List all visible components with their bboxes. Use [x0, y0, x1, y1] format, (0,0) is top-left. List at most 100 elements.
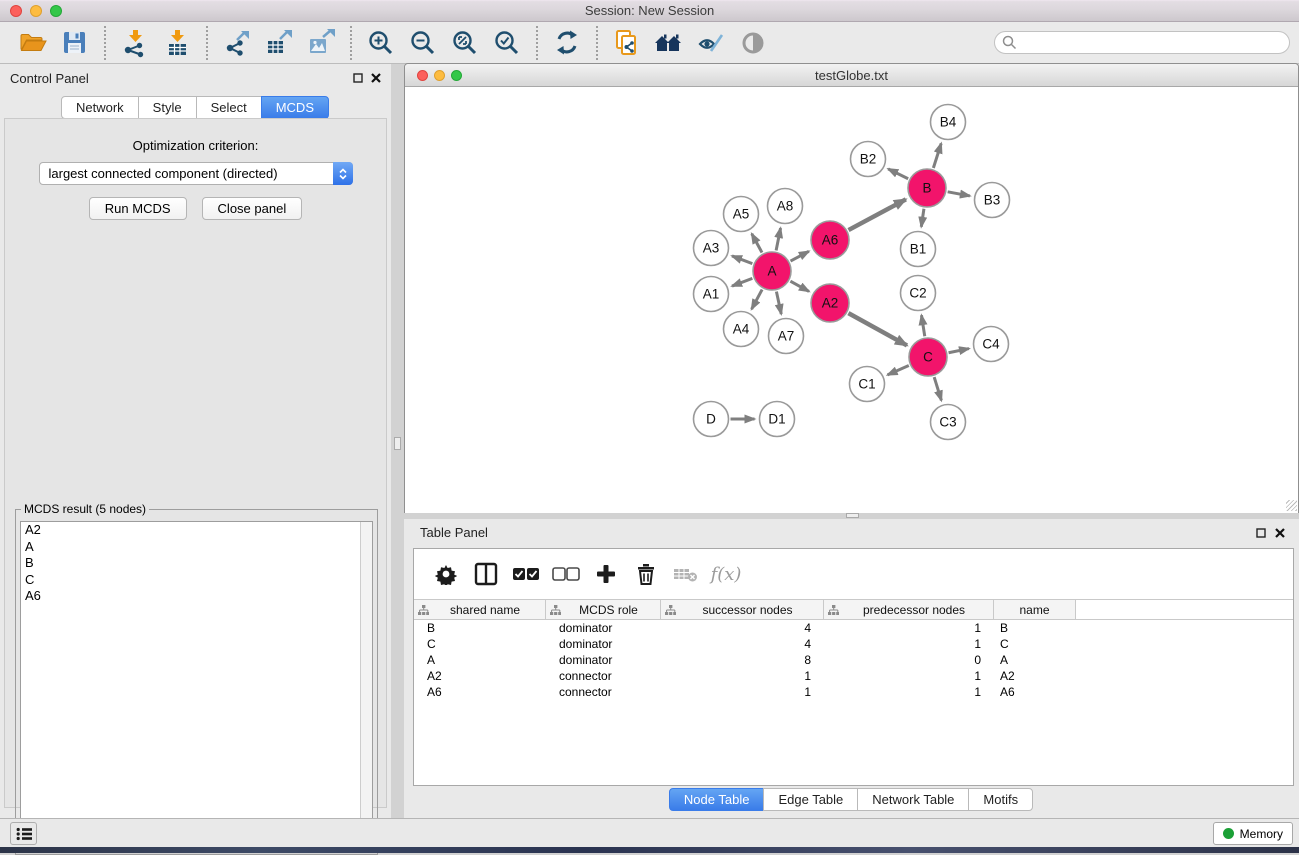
create-column-icon[interactable]: [590, 558, 622, 590]
node-B[interactable]: B: [908, 169, 946, 207]
task-history-button[interactable]: [10, 822, 37, 845]
edge-A-A4[interactable]: [752, 290, 762, 310]
edge-C-C2[interactable]: [921, 315, 924, 336]
node-A8[interactable]: A8: [768, 189, 803, 224]
table-row[interactable]: A2connector11A2: [414, 668, 1293, 684]
node-A3[interactable]: A3: [694, 231, 729, 266]
node-B3[interactable]: B3: [975, 183, 1010, 218]
control-tab-network[interactable]: Network: [61, 96, 139, 119]
zoom-out-icon[interactable]: [405, 25, 441, 61]
run-mcds-button[interactable]: Run MCDS: [89, 197, 187, 220]
criterion-dropdown[interactable]: largest connected component (directed): [39, 162, 353, 185]
zoom-fit-icon[interactable]: [447, 25, 483, 61]
edge-A-A5[interactable]: [752, 234, 762, 253]
node-B1[interactable]: B1: [901, 232, 936, 267]
mcds-result-item[interactable]: C: [21, 572, 372, 589]
tab-edge-table[interactable]: Edge Table: [763, 788, 858, 811]
horizontal-splitter-handle[interactable]: [846, 513, 859, 518]
edge-B-B3[interactable]: [948, 192, 970, 196]
node-D1[interactable]: D1: [760, 402, 795, 437]
table-row[interactable]: Bdominator41B: [414, 620, 1293, 636]
float-panel-icon[interactable]: [353, 73, 363, 83]
node-C3[interactable]: C3: [931, 405, 966, 440]
control-tab-select[interactable]: Select: [196, 96, 262, 119]
node-A4[interactable]: A4: [724, 312, 759, 347]
edge-B-B2[interactable]: [888, 169, 908, 179]
node-A5[interactable]: A5: [724, 197, 759, 232]
search-box[interactable]: [994, 31, 1290, 54]
edge-A2-C[interactable]: [848, 313, 907, 345]
export-table-icon[interactable]: [261, 25, 297, 61]
delete-columns-icon[interactable]: [630, 558, 662, 590]
export-image-icon[interactable]: [303, 25, 339, 61]
save-session-icon[interactable]: [57, 25, 93, 61]
column-header-predecessor-nodes[interactable]: predecessor nodes: [824, 600, 994, 619]
select-all-columns-icon[interactable]: [510, 558, 542, 590]
edge-C-C3[interactable]: [934, 377, 941, 400]
node-D[interactable]: D: [694, 402, 729, 437]
close-table-panel-icon[interactable]: [1275, 528, 1285, 538]
mcds-result-item[interactable]: A2: [21, 522, 372, 539]
node-B2[interactable]: B2: [851, 142, 886, 177]
edge-A-A2[interactable]: [790, 281, 809, 291]
node-A6[interactable]: A6: [811, 221, 849, 259]
node-A2[interactable]: A2: [811, 284, 849, 322]
refresh-layout-icon[interactable]: [549, 25, 585, 61]
node-C1[interactable]: C1: [850, 367, 885, 402]
search-input[interactable]: [1017, 32, 1289, 53]
tab-network-table[interactable]: Network Table: [857, 788, 969, 811]
table-row[interactable]: A6connector11A6: [414, 684, 1293, 700]
network-snapshot-icon[interactable]: [609, 25, 645, 61]
result-list-scrollbar[interactable]: [360, 522, 372, 849]
tab-node-table[interactable]: Node Table: [669, 788, 765, 811]
edge-C-C1[interactable]: [888, 365, 909, 374]
node-A7[interactable]: A7: [769, 319, 804, 354]
mcds-result-item[interactable]: A: [21, 539, 372, 556]
node-A1[interactable]: A1: [694, 277, 729, 312]
edge-A-A1[interactable]: [732, 278, 752, 286]
column-header-MCDS-role[interactable]: MCDS role: [546, 600, 661, 619]
open-file-icon[interactable]: [15, 25, 51, 61]
float-table-panel-icon[interactable]: [1256, 528, 1266, 538]
import-table-icon[interactable]: [159, 25, 195, 61]
column-header-successor-nodes[interactable]: successor nodes: [661, 600, 824, 619]
control-tab-style[interactable]: Style: [138, 96, 197, 119]
edge-A-A6[interactable]: [791, 251, 809, 261]
edge-C-C4[interactable]: [949, 349, 969, 353]
edge-A-A8[interactable]: [776, 228, 780, 250]
zoom-in-icon[interactable]: [363, 25, 399, 61]
node-C[interactable]: C: [909, 338, 947, 376]
edge-A-A7[interactable]: [776, 292, 781, 314]
edge-B-B4[interactable]: [933, 143, 941, 168]
column-header-shared-name[interactable]: shared name: [414, 600, 546, 619]
import-network-icon[interactable]: [117, 25, 153, 61]
node-B4[interactable]: B4: [931, 105, 966, 140]
memory-button[interactable]: Memory: [1213, 822, 1293, 845]
column-header-name[interactable]: name: [994, 600, 1076, 619]
network-graph-canvas[interactable]: B4 B2 B B3 A8 A5 A6 A3 B1 A C2 A1 A2 A4 A7 C4 C C1 C3 D D1: [405, 88, 1298, 513]
zoom-selected-icon[interactable]: [489, 25, 525, 61]
birds-eye-view-icon[interactable]: [735, 25, 771, 61]
export-network-icon[interactable]: [219, 25, 255, 61]
node-C2[interactable]: C2: [901, 276, 936, 311]
close-panel-icon[interactable]: [371, 73, 381, 83]
table-row[interactable]: Adominator80A: [414, 652, 1293, 668]
tab-motifs[interactable]: Motifs: [968, 788, 1033, 811]
table-row[interactable]: Cdominator41C: [414, 636, 1293, 652]
node-C4[interactable]: C4: [974, 327, 1009, 362]
mcds-result-item[interactable]: B: [21, 555, 372, 572]
vertical-splitter-handle[interactable]: [394, 437, 401, 450]
edge-A-A3[interactable]: [732, 256, 752, 264]
window-resize-grip[interactable]: [1286, 500, 1297, 511]
hide-graphics-details-icon[interactable]: [693, 25, 729, 61]
home-icon[interactable]: [651, 25, 687, 61]
control-tab-mcds[interactable]: MCDS: [261, 96, 329, 119]
edge-A6-B[interactable]: [849, 199, 906, 230]
show-columns-icon[interactable]: [470, 558, 502, 590]
node-A[interactable]: A: [753, 252, 791, 290]
table-options-icon[interactable]: [430, 558, 462, 590]
mcds-result-item[interactable]: A6: [21, 588, 372, 605]
close-panel-button[interactable]: Close panel: [202, 197, 303, 220]
unselect-all-columns-icon[interactable]: [550, 558, 582, 590]
mcds-result-list[interactable]: A2ABCA6: [20, 521, 373, 850]
